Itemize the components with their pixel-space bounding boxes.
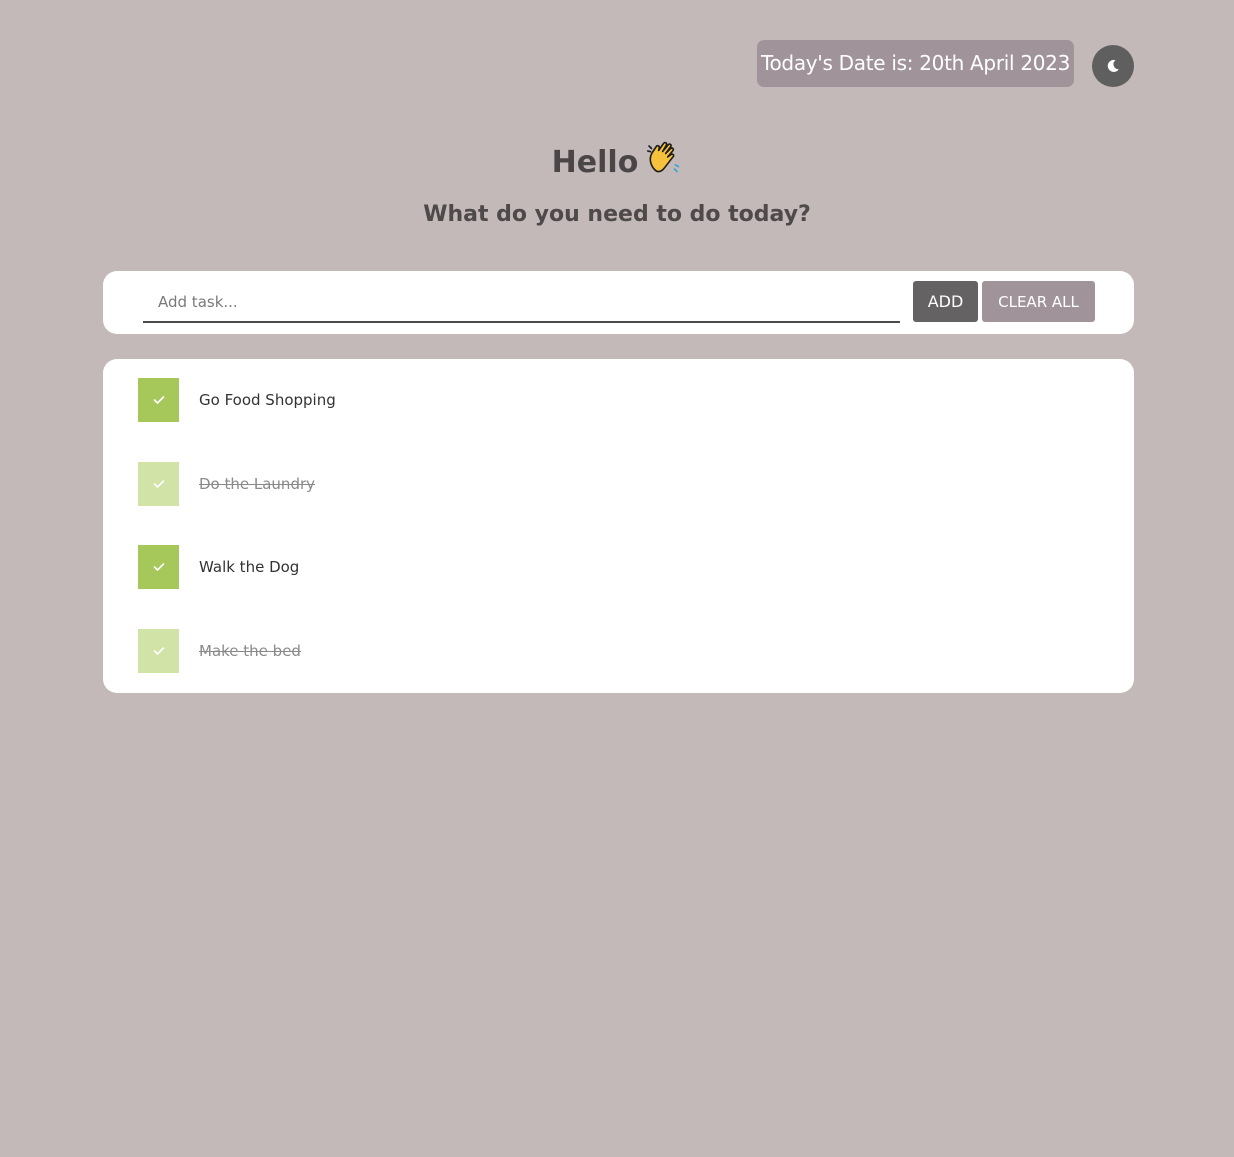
task-item[interactable]: Go Food Shopping: [138, 378, 336, 422]
waving-hand-icon: [646, 140, 682, 184]
task-checkbox[interactable]: [138, 378, 179, 422]
todo-app: Today's Date is: 20th April 2023 Hello W…: [0, 0, 1234, 1157]
task-checkbox[interactable]: [138, 545, 179, 589]
add-button[interactable]: ADD: [913, 281, 978, 322]
add-task-input[interactable]: [143, 283, 900, 323]
task-item[interactable]: Walk the Dog: [138, 545, 299, 589]
task-label: Make the bed: [199, 642, 301, 660]
task-checkbox[interactable]: [138, 629, 179, 673]
date-badge: Today's Date is: 20th April 2023: [757, 40, 1074, 87]
clear-all-button[interactable]: CLEAR ALL: [982, 281, 1095, 322]
task-label: Go Food Shopping: [199, 391, 336, 409]
checkmark-icon: [153, 563, 164, 571]
task-item[interactable]: Do the Laundry: [138, 462, 315, 506]
greeting-text: Hello: [551, 145, 639, 180]
moon-icon: [1107, 59, 1119, 72]
greeting-heading: Hello: [0, 140, 1234, 184]
task-item[interactable]: Make the bed: [138, 629, 301, 673]
task-label: Do the Laundry: [199, 475, 316, 493]
add-task-bar: ADD CLEAR ALL: [103, 271, 1134, 334]
checkmark-icon: [153, 647, 164, 655]
task-checkbox[interactable]: [138, 462, 179, 506]
checkmark-icon: [153, 480, 164, 488]
theme-toggle-button[interactable]: [1092, 45, 1134, 87]
task-label: Walk the Dog: [199, 558, 300, 576]
checkmark-icon: [153, 396, 164, 404]
task-list: Go Food Shopping Do the Laundry Walk the…: [103, 359, 1134, 693]
subtitle: What do you need to do today?: [423, 202, 811, 227]
